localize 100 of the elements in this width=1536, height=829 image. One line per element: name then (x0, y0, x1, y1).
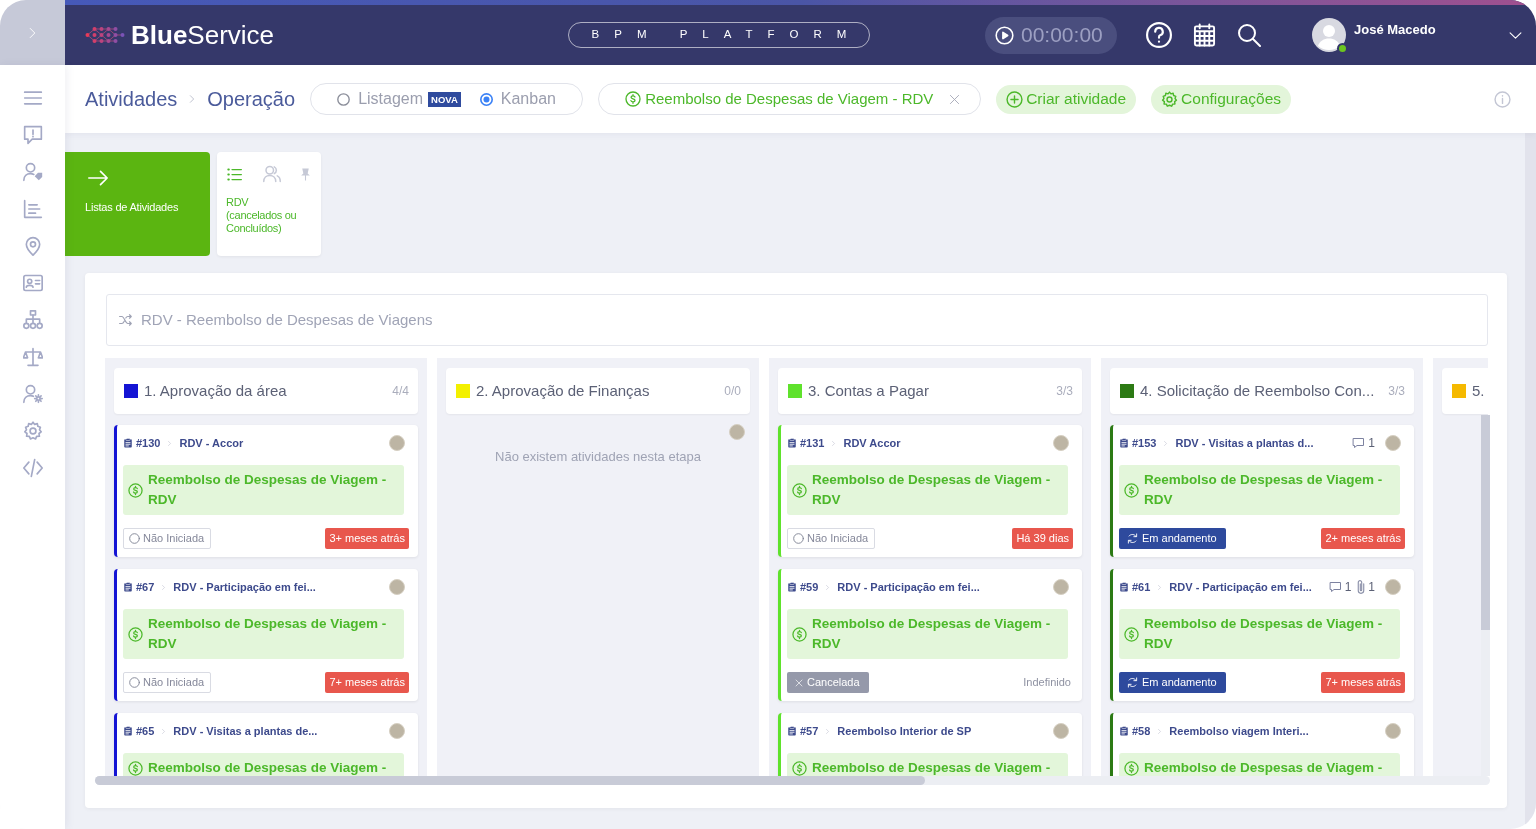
process-name: Reembolso de Despesas de Viagem - (1144, 759, 1383, 776)
chevron-right-icon (1157, 726, 1163, 736)
activity-card[interactable]: #153 RDV - Visitas a plantas d... 1 Reembolso de Despesas de Viagem - RDV Em andamento 2+ meses atrás (1110, 425, 1414, 557)
column-count: 4/4 (391, 383, 409, 400)
activity-card[interactable]: #65 RDV - Visitas a plantas de... Reembolso de Despesas de Viagem - (114, 713, 418, 776)
activity-title[interactable]: RDV - Visitas a plantas d... (1175, 434, 1314, 452)
menu-icon[interactable] (22, 88, 43, 108)
user-avatar (389, 435, 405, 451)
user-avatar (1385, 435, 1401, 451)
dollar-icon (792, 626, 807, 642)
radio-button[interactable] (479, 92, 493, 106)
message-alert-icon[interactable] (22, 125, 43, 145)
user-avatar (1385, 723, 1401, 739)
column-title: 5. (1472, 380, 1485, 401)
scrollbar-thumb[interactable] (95, 776, 925, 785)
list-chart-icon[interactable] (22, 199, 43, 219)
plus-circle-icon (1006, 90, 1024, 108)
logo-icon (85, 26, 125, 44)
chevron-right-icon (831, 438, 837, 448)
activity-number: #61 (1132, 579, 1151, 595)
activity-number: #130 (136, 435, 161, 451)
activity-title[interactable]: RDV Accor (843, 434, 901, 452)
users-icon[interactable] (262, 165, 282, 183)
dollar-icon (1124, 760, 1139, 776)
activity-title[interactable]: Reembolso Interior de SP (837, 722, 972, 740)
due-time-tag: 3+ meses atrás (325, 528, 409, 549)
activity-card[interactable]: #67 RDV - Participação em fei... Reembolso de Despesas de Viagem - RDV Não Iniciada 7+ meses atrás (114, 569, 418, 701)
list-icon[interactable] (226, 166, 243, 182)
activity-title[interactable]: RDV - Participação em fei... (173, 578, 316, 596)
dollar-icon (792, 760, 807, 776)
user-avatar (1053, 435, 1069, 451)
breadcrumb-link[interactable]: Atividades (85, 84, 178, 114)
activity-title[interactable]: RDV - Visitas a plantas de... (173, 722, 318, 740)
clipboard-icon (787, 581, 797, 593)
process-name: Reembolso de Despesas de Viagem - RDV (148, 471, 388, 509)
process-name: Reembolso de Despesas de Viagem - RDV (1144, 615, 1384, 653)
hierarchy-icon[interactable] (22, 310, 43, 330)
dollar-icon (128, 626, 143, 642)
board-title: RDV - Reembolso de Despesas de Viagens (141, 309, 433, 330)
activity-title[interactable]: RDV - Accor (179, 434, 244, 452)
activity-card[interactable]: #131 RDV Accor Reembolso de Despesas de Viagem - RDV Não Iniciada Há 39 dias (778, 425, 1082, 557)
clipboard-icon (123, 437, 133, 449)
close-icon[interactable] (949, 93, 961, 105)
activity-card[interactable]: #59 RDV - Participação em fei... Reembolso de Despesas de Viagem - RDV Cancelada Indefinido (778, 569, 1082, 701)
process-name: Reembolso de Despesas de Viagem - (812, 759, 1051, 776)
activity-title[interactable]: RDV - Participação em fei... (837, 578, 980, 596)
calendar-icon[interactable] (1193, 23, 1216, 47)
chevron-right-icon (1163, 438, 1169, 448)
new-badge: NOVA (428, 91, 461, 107)
dollar-icon (1124, 482, 1139, 498)
empty-message: Não existem atividades nesta etapa (494, 448, 702, 466)
radio-button[interactable] (337, 92, 351, 106)
shuffle-icon (119, 313, 133, 327)
user-avatar (729, 424, 745, 440)
user-avatar (389, 723, 405, 739)
code-icon[interactable] (22, 458, 43, 478)
activity-number: #153 (1132, 435, 1157, 451)
activity-card[interactable]: #58 Reembolso viagem Interi... Reembolso de Despesas de Viagem - (1110, 713, 1414, 776)
scrollbar-thumb[interactable] (1481, 415, 1490, 630)
info-icon[interactable] (1494, 90, 1511, 108)
activity-card[interactable]: #130 RDV - Accor Reembolso de Despesas de Viagem - RDV Não Iniciada 3+ meses atrás (114, 425, 418, 557)
circle-icon (129, 677, 140, 688)
user-avatar[interactable] (1312, 18, 1346, 52)
column-count: 3/3 (1055, 383, 1073, 400)
chevron-right-icon (825, 726, 831, 736)
process-name: Reembolso de Despesas de Viagem - RDV (148, 615, 388, 653)
dollar-icon (128, 482, 143, 498)
expand-sidebar-button[interactable] (0, 0, 65, 65)
chevron-right-icon (825, 582, 831, 592)
activity-title[interactable]: RDV - Participação em fei... (1169, 578, 1312, 596)
user-name: José Macedo (1354, 21, 1436, 39)
status-text: Em andamento (1142, 531, 1217, 547)
clipboard-icon (787, 437, 797, 449)
circle-icon (793, 533, 804, 544)
view-option[interactable]: Listagem NOVA (337, 87, 461, 111)
attachment-count: 1 (1368, 579, 1375, 596)
gear-icon (1161, 90, 1179, 108)
activity-number: #59 (800, 579, 819, 595)
process-name: Reembolso de Despesas de Viagem - (148, 759, 387, 776)
user-gear-icon[interactable] (22, 384, 43, 404)
search-icon[interactable] (1237, 23, 1261, 47)
column-title: 2. Aprovação de Finanças (476, 380, 650, 401)
due-time-tag: Há 39 dias (1012, 528, 1073, 549)
user-tag-icon[interactable] (22, 162, 43, 182)
help-icon[interactable] (1146, 22, 1172, 48)
dollar-icon (625, 91, 642, 107)
settings-icon[interactable] (22, 421, 43, 441)
chevron-right-icon (188, 92, 197, 106)
user-avatar (1385, 579, 1401, 595)
paperclip-icon (1357, 580, 1366, 594)
activity-number: #67 (136, 579, 155, 595)
status-text: Não Iniciada (143, 531, 205, 547)
activity-title[interactable]: Reembolso viagem Interi... (1169, 722, 1309, 740)
status-text: Cancelada (807, 675, 860, 691)
id-card-icon[interactable] (22, 273, 43, 293)
activity-card[interactable]: #57 Reembolso Interior de SP Reembolso de Despesas de Viagem - (778, 713, 1082, 776)
chevron-right-icon (167, 438, 173, 448)
scales-icon[interactable] (22, 347, 43, 367)
activity-number: #58 (1132, 723, 1151, 739)
activity-card[interactable]: #61 RDV - Participação em fei... 1 1 Reembolso de Despesas de Viagem - RDV Em andamento 7+ meses atrás (1110, 569, 1414, 701)
